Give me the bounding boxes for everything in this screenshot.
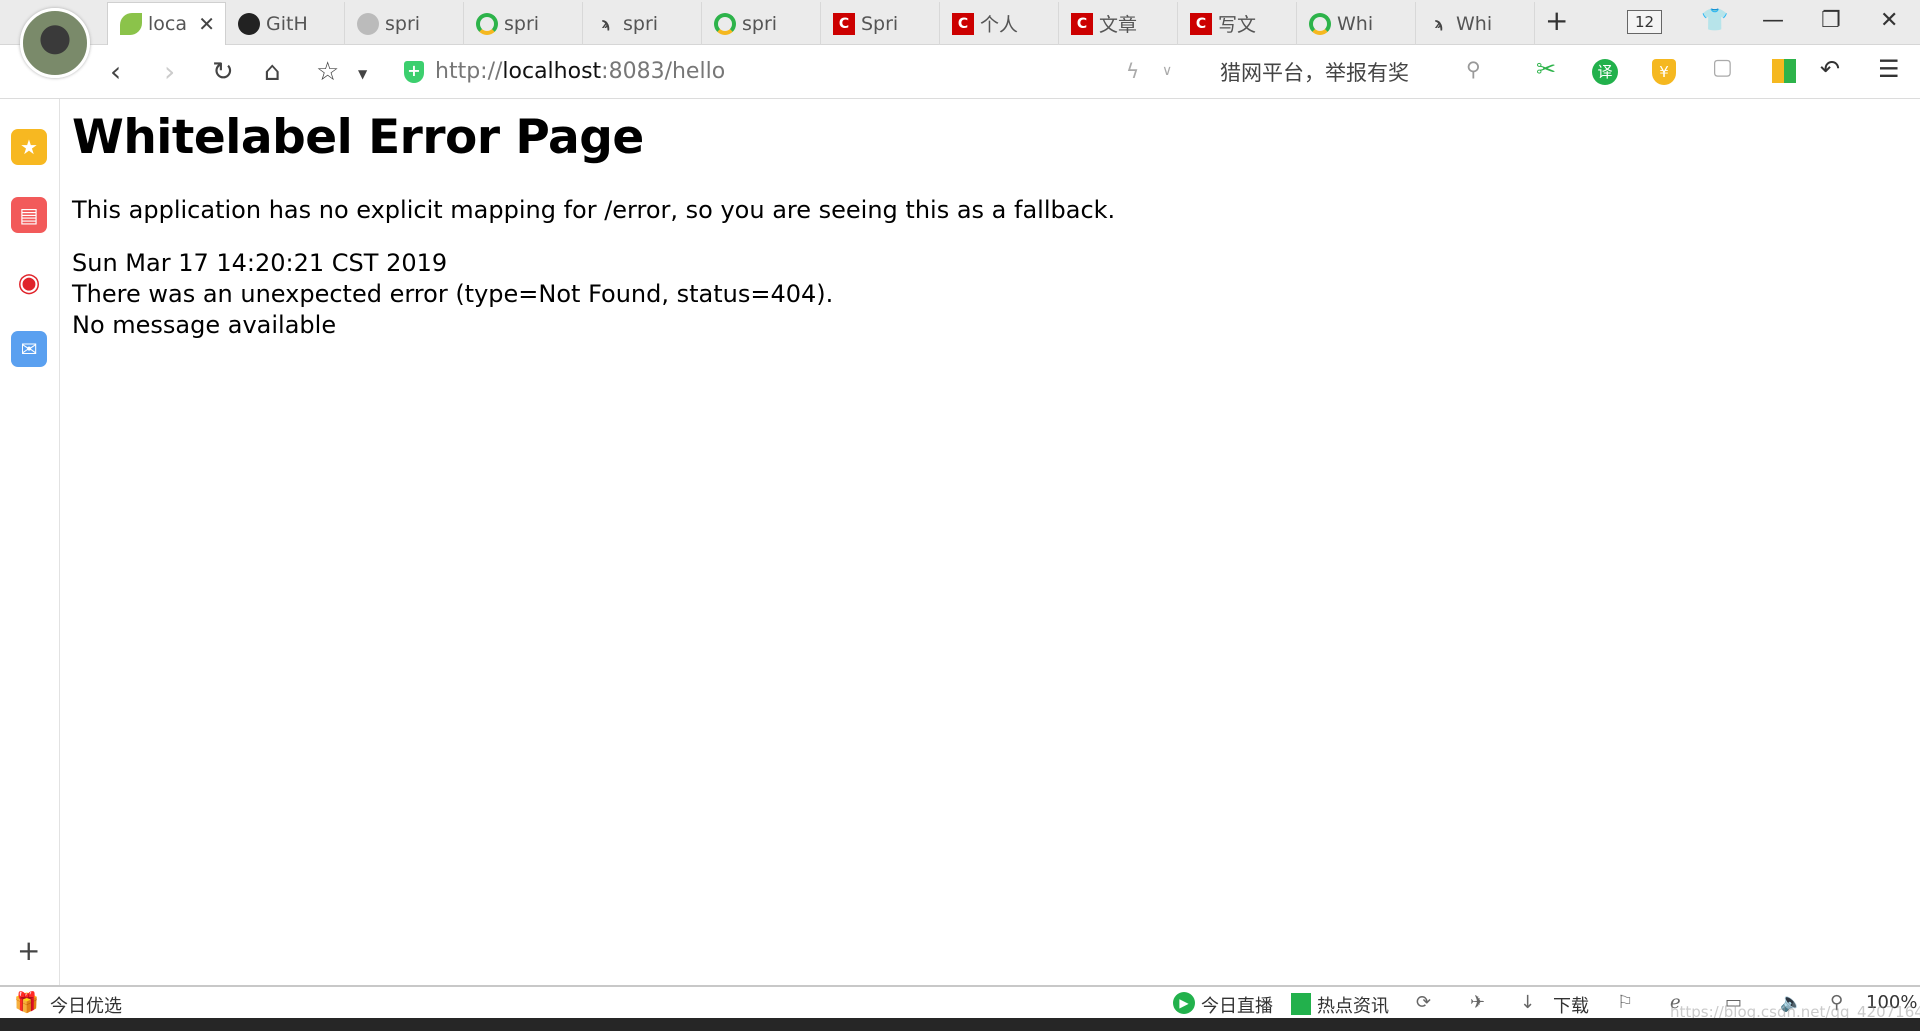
search-icon[interactable]: ⚲ [1466,57,1481,81]
back-button[interactable]: ‹ [110,55,121,88]
reload-button[interactable]: ↻ [212,57,234,87]
undo-icon[interactable]: ↶ [1820,55,1840,83]
live-link[interactable]: 今日直播 [1201,992,1273,1018]
apps-grid-icon[interactable] [1772,59,1796,83]
tab-label: 写文 [1218,14,1257,36]
tab[interactable]: spri [702,2,821,45]
weibo-icon[interactable]: ◉ [11,265,47,301]
csdn-icon: C [1190,12,1212,35]
tab[interactable]: C 个人 [940,2,1059,45]
os-taskbar [0,1018,1920,1031]
speed-icon[interactable]: ⟳ [1416,992,1431,1013]
download-link[interactable]: 下载 [1553,992,1589,1018]
error-description: This application has no explicit mapping… [72,196,1116,224]
tab[interactable]: loca ✕ [107,2,226,45]
csdn-icon: C [833,12,855,35]
page-content: Whitelabel Error Page This application h… [72,110,1115,341]
minimize-button[interactable]: — [1762,8,1784,33]
hot-news-link[interactable]: 热点资讯 [1317,992,1389,1018]
tab[interactable]: Whi [1297,2,1416,45]
search-input[interactable]: 猎网平台，举报有奖 [1220,57,1409,87]
csdn-icon: C [1071,12,1093,35]
favorites-star-icon[interactable]: ★ [11,129,47,165]
mail-icon[interactable]: ✉ [11,331,47,367]
feather-icon: ϡ [601,15,611,32]
tab-label: spri [385,12,421,35]
tab-label: loca [148,13,187,35]
forward-button[interactable]: › [164,55,175,88]
error-timestamp: Sun Mar 17 14:20:21 CST 2019 [72,249,448,277]
flag-icon[interactable]: ⚐ [1617,992,1633,1013]
tab-label: Whi [1456,12,1493,35]
news-icon[interactable]: ▤ [11,197,47,233]
close-tab-icon[interactable]: ✕ [198,12,215,36]
github-icon [238,12,260,35]
lightning-icon[interactable]: ϟ [1126,59,1139,83]
left-sidebar: ★ ▤ ◉ ✉ + [0,99,60,985]
bookmark-dropdown-icon[interactable]: ▼ [358,67,367,81]
csdn-icon: C [952,12,974,35]
tab-label: GitH [266,12,308,35]
error-detail: There was an unexpected error (type=Not … [72,280,834,308]
tab-label: spri [504,12,540,35]
tab[interactable]: C 文章 [1059,2,1178,45]
security-shield-icon[interactable]: + [404,61,424,83]
status-bar: 🎁 今日优选 ▶ 今日直播 热点资讯 ⟳ ✈ ↓ 下载 ⚐ ℯ ▭ 🔈 ⚲ 10… [0,985,1920,1021]
gift-icon: 🎁 [14,990,39,1014]
new-tab-button[interactable]: + [1545,4,1568,37]
news-icon [1291,993,1311,1015]
home-button[interactable]: ⌂ [264,57,281,87]
tab-bar: loca ✕ GitH spri spri ϡ spri spri C Spri C 个人 C 文章 C 写文… [0,0,1920,78]
address-toolbar: ‹ › ↻ ⌂ ☆ ▼ + http://localhost:8083/hell… [0,45,1920,99]
tab[interactable]: spri [464,2,583,45]
tab-label: 个人 [980,14,1019,36]
game-icon[interactable]: ▢ [1712,55,1733,80]
tab-label: Whi [1337,12,1374,35]
tab[interactable]: C Spri [821,2,940,45]
spring-leaf-icon [120,13,142,35]
tab-label: Spri [861,12,899,35]
circle-logo-icon [476,12,498,35]
restore-button[interactable]: ❐ [1821,8,1841,33]
tab-count-button[interactable]: 12 [1627,10,1663,34]
play-icon: ▶ [1173,992,1195,1014]
close-window-button[interactable]: ✕ [1880,8,1898,33]
menu-icon[interactable]: ☰ [1878,55,1900,83]
tab[interactable]: ϡ spri [583,2,702,45]
engine-dropdown-icon[interactable]: ∨ [1162,63,1172,79]
daily-picks-link[interactable]: 今日优选 [50,992,122,1018]
rocket-icon[interactable]: ✈ [1470,992,1485,1013]
tab-label: 文章 [1099,14,1138,36]
page-title: Whitelabel Error Page [72,110,644,165]
circle-logo-icon [1309,12,1331,35]
mascot-icon [357,12,379,35]
add-sidebar-button[interactable]: + [17,934,40,967]
tab-label: spri [742,12,778,35]
tab[interactable]: C 写文 [1178,2,1297,45]
url-input[interactable]: http://localhost:8083/hello [435,59,725,84]
download-icon: ↓ [1520,992,1536,1013]
bookmark-star-button[interactable]: ☆ [316,57,339,87]
tab[interactable]: GitH [226,2,345,45]
tab[interactable]: spri [345,2,464,45]
tab-label: spri [623,12,659,35]
error-message: No message available [72,311,337,339]
wallet-shield-icon[interactable]: ¥ [1652,59,1676,85]
scissors-icon[interactable]: ✂ [1536,55,1556,83]
skin-icon[interactable]: 👕 [1701,8,1728,33]
translate-icon[interactable]: 译 [1592,59,1618,85]
feather-icon: ϡ [1434,15,1444,32]
circle-logo-icon [714,12,736,35]
tab[interactable]: ϡ Whi [1416,2,1535,45]
avatar[interactable] [20,8,90,78]
